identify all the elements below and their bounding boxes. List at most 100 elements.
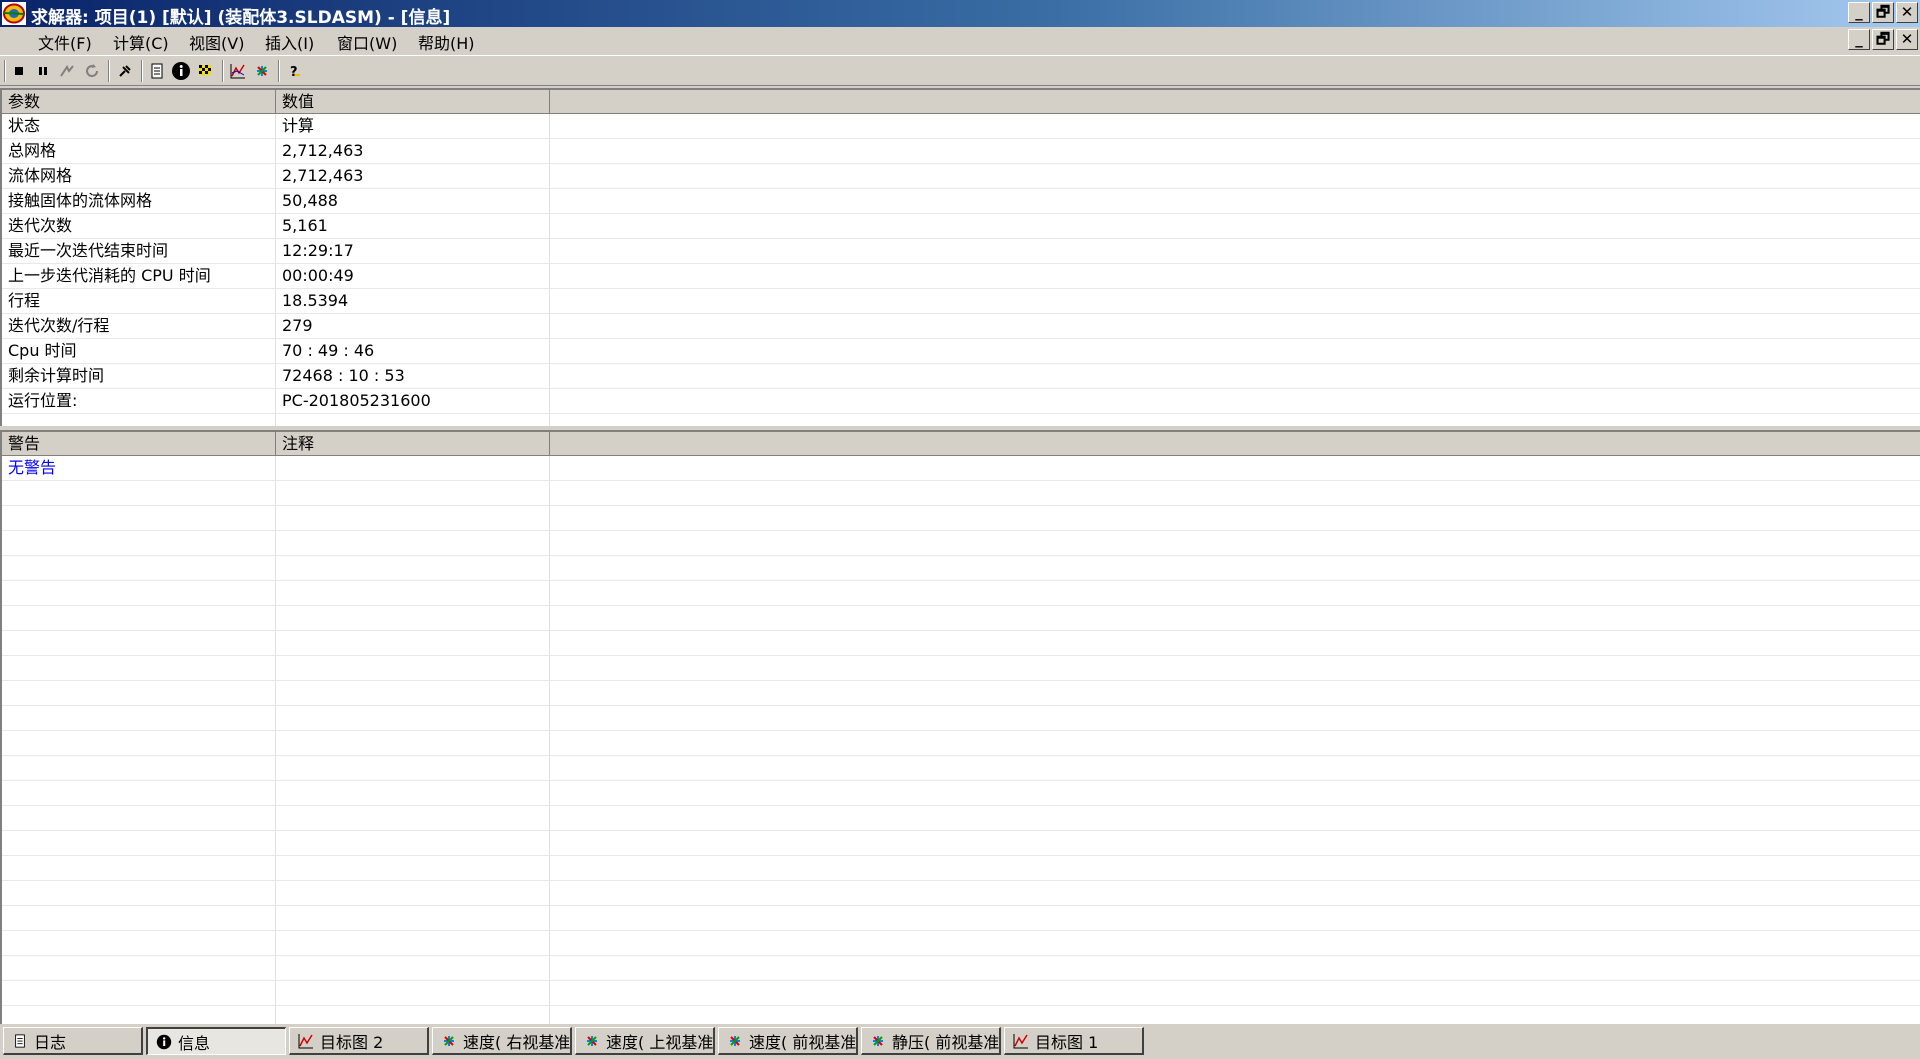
tab-label: 目标图 2 xyxy=(320,1032,384,1052)
table-row-empty xyxy=(2,531,1920,556)
help-icon[interactable]: ? xyxy=(283,60,305,82)
doc-restore-button[interactable]: 🗗 xyxy=(1872,29,1894,50)
cut-plot-icon xyxy=(584,1033,600,1049)
table-row-empty xyxy=(2,906,1920,931)
document-window-controls: _ 🗗 ✕ xyxy=(1848,29,1918,50)
table-row-empty xyxy=(2,781,1920,806)
header-value[interactable]: 数值 xyxy=(276,90,550,113)
table-row-empty xyxy=(2,931,1920,956)
param-value: 279 xyxy=(276,314,550,338)
menu-calculation[interactable]: 计算(C) xyxy=(113,30,169,54)
menu-window[interactable]: 窗口(W) xyxy=(337,30,397,54)
param-value: 18.5394 xyxy=(276,289,550,313)
table-row[interactable]: 剩余计算时间 72468 : 10 : 53 xyxy=(2,364,1920,389)
table-row-empty xyxy=(2,556,1920,581)
doc-minimize-button[interactable]: _ xyxy=(1848,29,1870,50)
table-row-empty xyxy=(2,881,1920,906)
table-row[interactable]: 最近一次迭代结束时间 12:29:17 xyxy=(2,239,1920,264)
tab-label: 日志 xyxy=(34,1032,67,1052)
document-tab-bar: 日志 信息 目标图 2 速度( 右视基准面 速度( 上视基准面 速度( 前视基准面 静压( … xyxy=(0,1024,1920,1059)
doc-close-button[interactable]: ✕ xyxy=(1896,29,1918,50)
goal-plot-icon xyxy=(298,1033,314,1049)
menu-insert[interactable]: 插入(I) xyxy=(265,30,314,54)
table-row[interactable]: 流体网格 2,712,463 xyxy=(2,164,1920,189)
param-name: 总网格 xyxy=(2,139,276,163)
param-name: 运行位置: xyxy=(2,389,276,413)
table-row-empty xyxy=(2,756,1920,781)
param-value: 计算 xyxy=(276,114,550,138)
menu-view[interactable]: 视图(V) xyxy=(189,30,244,54)
tab-3[interactable]: 目标图 2 xyxy=(289,1027,429,1055)
table-row[interactable]: 总网格 2,712,463 xyxy=(2,139,1920,164)
toolbar-grip xyxy=(4,60,6,82)
table-row-empty xyxy=(2,481,1920,506)
pause-icon[interactable] xyxy=(32,60,54,82)
pin-icon[interactable] xyxy=(114,60,136,82)
info-icon[interactable] xyxy=(170,60,192,82)
table-row[interactable]: Cpu 时间 70 : 49 : 46 xyxy=(2,339,1920,364)
table-row[interactable]: 运行位置: PC-201805231600 xyxy=(2,389,1920,414)
param-name: 最近一次迭代结束时间 xyxy=(2,239,276,263)
tab-5[interactable]: 速度( 上视基准面 xyxy=(575,1027,715,1055)
table-row[interactable]: 无警告 xyxy=(2,456,1920,481)
param-name: 上一步迭代消耗的 CPU 时间 xyxy=(2,264,276,288)
param-name: 状态 xyxy=(2,114,276,138)
table-row-empty xyxy=(2,656,1920,681)
param-name: 流体网格 xyxy=(2,164,276,188)
cut-plot-icon[interactable] xyxy=(251,60,273,82)
svg-text:?: ? xyxy=(290,65,298,79)
table-row[interactable]: 接触固体的流体网格 50,488 xyxy=(2,189,1920,214)
table-row-empty xyxy=(2,856,1920,881)
log-icon[interactable] xyxy=(146,60,168,82)
tab-label: 速度( 前视基准面 xyxy=(749,1032,857,1052)
param-value: 70 : 49 : 46 xyxy=(276,339,550,363)
header-warning[interactable]: 警告 xyxy=(2,432,276,455)
table-row[interactable]: 迭代次数 5,161 xyxy=(2,214,1920,239)
param-value: 00:00:49 xyxy=(276,264,550,288)
param-value: 72468 : 10 : 53 xyxy=(276,364,550,388)
table-row-empty xyxy=(2,956,1920,981)
menu-file[interactable]: 文件(F) xyxy=(38,30,92,54)
solver-app-icon xyxy=(2,2,26,25)
menu-bar: 文件(F) 计算(C) 视图(V) 插入(I) 窗口(W) 帮助(H) xyxy=(0,27,1920,54)
close-button[interactable]: ✕ xyxy=(1896,2,1918,23)
menu-help[interactable]: 帮助(H) xyxy=(418,30,475,54)
table-row[interactable]: 迭代次数/行程 279 xyxy=(2,314,1920,339)
table-row[interactable]: 状态 计算 xyxy=(2,114,1920,139)
cut-plot-icon xyxy=(727,1033,743,1049)
table-row[interactable]: 上一步迭代消耗的 CPU 时间 00:00:49 xyxy=(2,264,1920,289)
window-controls: _ 🗗 ✕ xyxy=(1848,2,1918,23)
info-icon xyxy=(156,1034,172,1050)
table-row-empty xyxy=(2,706,1920,731)
table-row-empty xyxy=(2,681,1920,706)
tab-4[interactable]: 速度( 右视基准面 xyxy=(432,1027,572,1055)
table-row-empty xyxy=(2,981,1920,1006)
tab-label: 静压( 前视基准面 xyxy=(892,1032,1000,1052)
restore-button[interactable]: 🗗 xyxy=(1872,2,1894,23)
header-comment[interactable]: 注释 xyxy=(276,432,550,455)
tab-label: 目标图 1 xyxy=(1035,1032,1099,1052)
parameters-header: 参数 数值 xyxy=(2,90,1920,114)
flag-icon[interactable] xyxy=(194,60,216,82)
table-row-empty xyxy=(2,506,1920,531)
toolbar: ? xyxy=(0,55,1920,86)
goal-plot-icon[interactable] xyxy=(227,60,249,82)
table-row-empty xyxy=(2,581,1920,606)
param-value: 2,712,463 xyxy=(276,139,550,163)
tab-6[interactable]: 速度( 前视基准面 xyxy=(718,1027,858,1055)
tab-2[interactable]: 信息 xyxy=(146,1027,286,1055)
table-row[interactable]: 行程 18.5394 xyxy=(2,289,1920,314)
table-row-empty xyxy=(2,1006,1920,1024)
tab-7[interactable]: 静压( 前视基准面 xyxy=(861,1027,1001,1055)
step-icon[interactable] xyxy=(56,60,78,82)
param-value: 2,712,463 xyxy=(276,164,550,188)
tab-8[interactable]: 目标图 1 xyxy=(1004,1027,1144,1055)
warnings-table: 警告 注释 无警告 xyxy=(0,430,1920,1024)
tab-1[interactable]: 日志 xyxy=(3,1027,143,1055)
stop-icon[interactable] xyxy=(8,60,30,82)
refresh-icon[interactable] xyxy=(81,60,103,82)
header-parameter[interactable]: 参数 xyxy=(2,90,276,113)
minimize-button[interactable]: _ xyxy=(1848,2,1870,23)
title-bar: 求解器: 项目(1) [默认] (装配体3.SLDASM) - [信息] _ 🗗… xyxy=(0,0,1920,28)
warning-text: 无警告 xyxy=(2,456,276,480)
